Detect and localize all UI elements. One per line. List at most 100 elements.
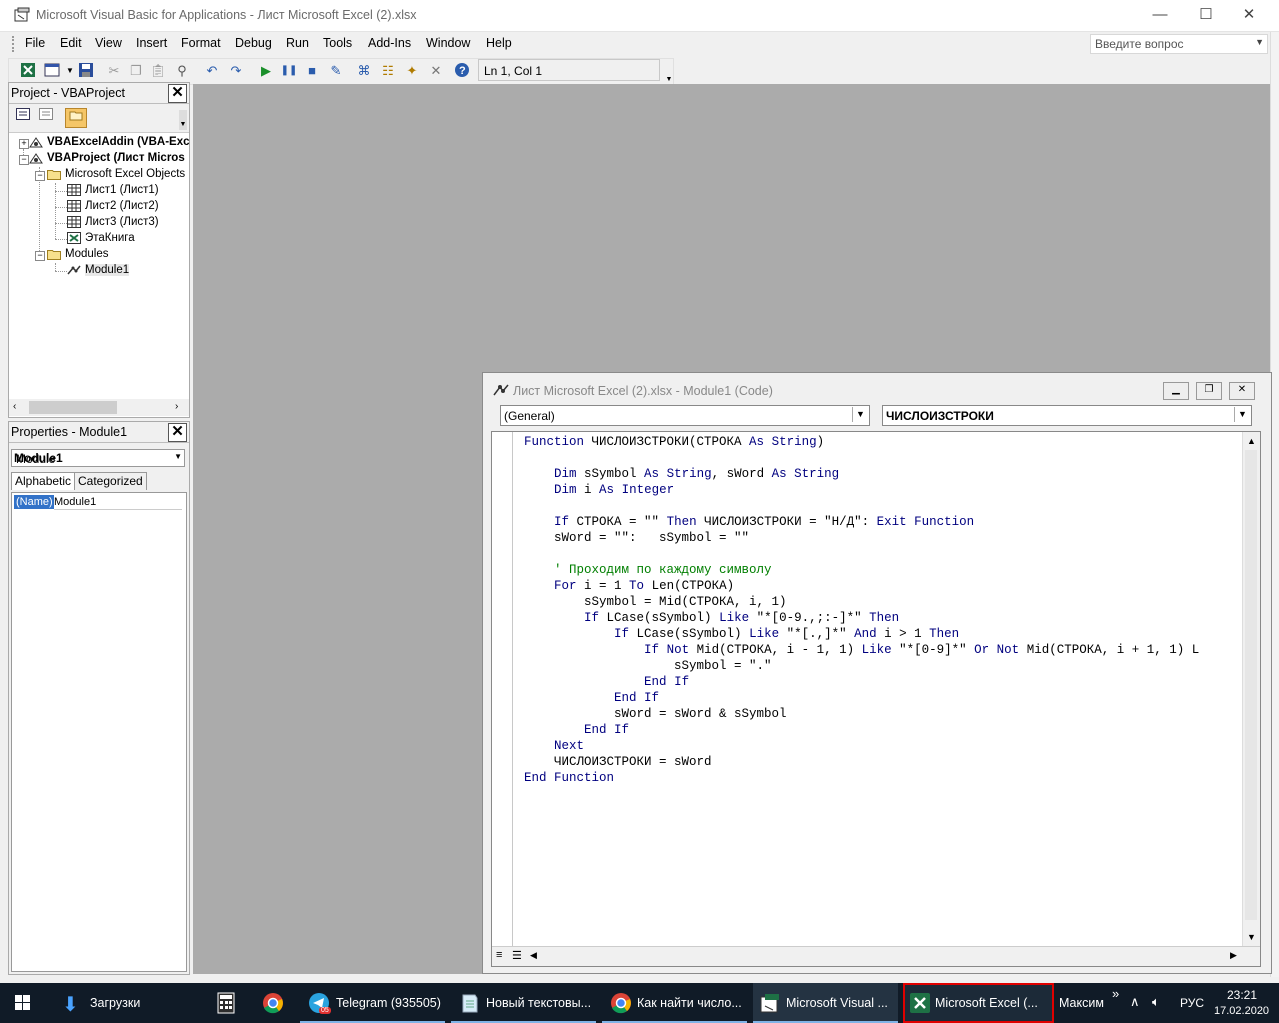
start-button[interactable] bbox=[0, 983, 46, 1023]
property-name[interactable]: (Name) bbox=[14, 495, 54, 509]
input-language[interactable]: РУС bbox=[1180, 996, 1204, 1010]
view-excel-icon[interactable] bbox=[19, 62, 37, 80]
tab-alphabetic[interactable]: Alphabetic bbox=[11, 472, 76, 490]
dropdown-arrow-icon[interactable]: ▼ bbox=[174, 452, 182, 461]
clock-date[interactable]: 17.02.2020 bbox=[1214, 1005, 1269, 1017]
scroll-down-icon[interactable]: ▼ bbox=[179, 110, 187, 130]
code-minimize-button[interactable]: ▁ bbox=[1163, 382, 1189, 400]
scroll-left-icon[interactable]: ‹ bbox=[13, 401, 16, 412]
code-line[interactable]: ' Проходим по каждому символу bbox=[524, 562, 1199, 578]
copy-icon[interactable]: ❐ bbox=[127, 62, 145, 80]
chevron-right-icon[interactable]: » bbox=[1112, 986, 1119, 1001]
menu-window[interactable]: Window bbox=[426, 36, 470, 50]
menu-help[interactable]: Help bbox=[486, 36, 512, 50]
find-icon[interactable]: ⚲ bbox=[173, 62, 191, 80]
code-line[interactable] bbox=[524, 546, 1199, 562]
scroll-down-icon[interactable]: ▼ bbox=[1247, 932, 1256, 942]
volume-icon[interactable]: 🔈︎ bbox=[1152, 994, 1160, 1010]
scroll-track[interactable] bbox=[1245, 450, 1257, 920]
code-line[interactable]: sWord = sWord & sSymbol bbox=[524, 706, 1199, 722]
scroll-right-icon[interactable]: › bbox=[175, 401, 178, 412]
run-icon[interactable]: ▶ bbox=[257, 62, 275, 80]
scroll-left-icon[interactable]: ◀ bbox=[530, 950, 537, 961]
toolbox-icon[interactable]: ✕ bbox=[427, 62, 445, 80]
tree-item-excel-objects[interactable]: Microsoft Excel Objects bbox=[47, 168, 185, 183]
tree-item-vbaexceladdin[interactable]: VBAExcelAddin (VBA-Exc bbox=[29, 136, 190, 151]
taskbar-item-downloads[interactable]: ⬇ Загрузки bbox=[56, 983, 201, 1023]
expand-toggle-icon[interactable]: + bbox=[19, 139, 29, 149]
clock-time[interactable]: 23:21 bbox=[1227, 988, 1257, 1002]
paste-icon[interactable]: 📋︎ bbox=[149, 62, 167, 80]
collapse-toggle-icon[interactable]: − bbox=[35, 171, 45, 181]
code-line[interactable]: Next bbox=[524, 738, 1199, 754]
toggle-folders-icon[interactable] bbox=[65, 108, 87, 128]
show-hidden-icons-icon[interactable]: ∧ bbox=[1130, 994, 1140, 1010]
menu-format[interactable]: Format bbox=[181, 36, 221, 50]
tree-item-sheet2[interactable]: Лист2 (Лист2) bbox=[67, 200, 159, 215]
code-line[interactable]: If СТРОКА = "" Then ЧИСЛОИЗСТРОКИ = "Н/Д… bbox=[524, 514, 1199, 530]
code-line[interactable]: sWord = "": sSymbol = "" bbox=[524, 530, 1199, 546]
reset-icon[interactable]: ■ bbox=[303, 62, 321, 80]
tree-item-modules[interactable]: Modules bbox=[47, 248, 108, 263]
taskbar-item-chrome[interactable] bbox=[254, 983, 294, 1023]
collapse-toggle-icon[interactable]: − bbox=[19, 155, 29, 165]
dropdown-arrow-icon[interactable]: ▼ bbox=[1234, 407, 1250, 422]
tree-item-sheet3[interactable]: Лист3 (Лист3) bbox=[67, 216, 159, 231]
break-icon[interactable]: ❚❚ bbox=[280, 62, 298, 80]
menu-edit[interactable]: Edit bbox=[60, 36, 82, 50]
menu-addins[interactable]: Add-Ins bbox=[368, 36, 411, 50]
project-hscrollbar[interactable]: ‹ › bbox=[9, 399, 189, 416]
code-hscrollbar[interactable]: ≡ ☰ ◀ ▶ bbox=[492, 946, 1260, 966]
taskbar-item-calculator[interactable] bbox=[206, 983, 246, 1023]
save-icon[interactable] bbox=[77, 62, 95, 80]
code-line[interactable]: ЧИСЛОИЗСТРОКИ = sWord bbox=[524, 754, 1199, 770]
dropdown-arrow-icon[interactable]: ▼ bbox=[852, 407, 868, 422]
tree-item-thisworkbook[interactable]: ЭтаКнига bbox=[67, 232, 135, 247]
collapse-toggle-icon[interactable]: − bbox=[35, 251, 45, 261]
code-line[interactable]: sSymbol = "." bbox=[524, 658, 1199, 674]
code-line[interactable]: If LCase(sSymbol) Like "*[0-9.,;:-]*" Th… bbox=[524, 610, 1199, 626]
code-text[interactable]: Function ЧИСЛОИЗСТРОКИ(СТРОКА As String)… bbox=[524, 434, 1199, 786]
view-code-icon[interactable] bbox=[13, 108, 33, 126]
taskbar-item-chrome-page[interactable]: Как найти число... bbox=[602, 983, 747, 1023]
scroll-right-icon[interactable]: ▶ bbox=[1230, 950, 1237, 961]
maximize-button[interactable]: ☐ bbox=[1183, 0, 1229, 31]
code-close-button[interactable]: ✕ bbox=[1229, 382, 1255, 400]
procedure-combo[interactable]: ЧИСЛОИЗСТРОКИ ▼ bbox=[882, 405, 1252, 426]
code-line[interactable] bbox=[524, 450, 1199, 466]
taskbar-item-excel[interactable]: Microsoft Excel (... bbox=[903, 983, 1054, 1023]
code-line[interactable]: Function ЧИСЛОИЗСТРОКИ(СТРОКА As String) bbox=[524, 434, 1199, 450]
menu-debug[interactable]: Debug bbox=[235, 36, 272, 50]
menu-run[interactable]: Run bbox=[286, 36, 309, 50]
code-line[interactable] bbox=[524, 498, 1199, 514]
object-combo[interactable]: (General) ▼ bbox=[500, 405, 870, 426]
project-close-icon[interactable]: ✕ bbox=[168, 84, 187, 103]
menu-insert[interactable]: Insert bbox=[136, 36, 167, 50]
taskbar-user[interactable]: Максим bbox=[1059, 996, 1104, 1010]
object-browser-icon[interactable]: ✦ bbox=[403, 62, 421, 80]
tree-item-vbaproject[interactable]: VBAProject (Лист Micros bbox=[29, 152, 185, 167]
taskbar-item-notepad[interactable]: Новый текстовы... bbox=[451, 983, 596, 1023]
code-line[interactable]: End If bbox=[524, 690, 1199, 706]
code-margin[interactable] bbox=[492, 432, 513, 946]
menu-file[interactable]: File bbox=[25, 36, 45, 50]
insert-userform-icon[interactable] bbox=[43, 62, 61, 80]
tree-item-module1[interactable]: Module1 bbox=[67, 264, 130, 279]
scroll-thumb[interactable] bbox=[29, 401, 117, 414]
minimize-button[interactable]: — bbox=[1137, 0, 1183, 31]
code-line[interactable]: End If bbox=[524, 722, 1199, 738]
menu-view[interactable]: View bbox=[95, 36, 122, 50]
code-line[interactable]: End If bbox=[524, 674, 1199, 690]
help-search-input[interactable]: Введите вопрос ▼ bbox=[1090, 34, 1268, 54]
code-line[interactable]: Dim i As Integer bbox=[524, 482, 1199, 498]
code-line[interactable]: sSymbol = Mid(СТРОКА, i, 1) bbox=[524, 594, 1199, 610]
code-line[interactable]: If LCase(sSymbol) Like "*[.,]*" And i > … bbox=[524, 626, 1199, 642]
code-line[interactable]: End Function bbox=[524, 770, 1199, 786]
help-icon[interactable]: ? bbox=[453, 62, 471, 80]
code-line[interactable]: Dim sSymbol As String, sWord As String bbox=[524, 466, 1199, 482]
tree-item-sheet1[interactable]: Лист1 (Лист1) bbox=[67, 184, 159, 199]
cut-icon[interactable]: ✂ bbox=[105, 62, 123, 80]
close-window-button[interactable]: ✕ bbox=[1226, 0, 1272, 31]
menu-tools[interactable]: Tools bbox=[323, 36, 352, 50]
procedure-view-icon[interactable]: ≡ bbox=[496, 949, 502, 961]
